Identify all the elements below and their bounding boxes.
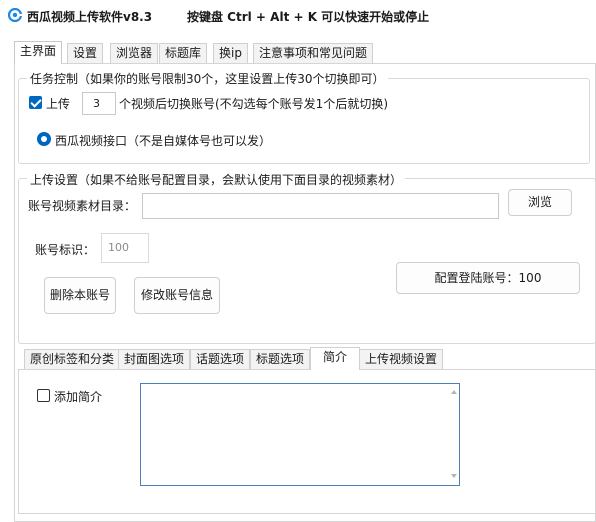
subtab-title-options[interactable]: 标题选项	[250, 349, 311, 369]
intro-textarea[interactable]	[140, 383, 460, 486]
subtab-intro[interactable]: 简介	[310, 347, 361, 370]
subtab-original-tags[interactable]: 原创标签和分类	[24, 349, 121, 369]
xigua-api-radio-label: 西瓜视频接口（不是自媒体号也可以发）	[55, 134, 272, 148]
scroll-down-icon[interactable]	[451, 474, 457, 478]
task-control-title: 任务控制（如果你的账号限制30个，这里设置上传30个切换即可）	[27, 70, 388, 87]
upload-settings-title: 上传设置（如果不给账号配置目录，会默认使用下面目录的视频素材）	[27, 171, 406, 188]
account-id-label: 账号标识：	[35, 243, 96, 257]
switch-count-input[interactable]: 3	[82, 92, 116, 115]
browse-button[interactable]: 浏览	[508, 189, 572, 216]
window-title: 西瓜视频上传软件v8.3	[27, 10, 153, 24]
subtab-upload-video-settings[interactable]: 上传视频设置	[359, 349, 444, 369]
upload-checkbox-label: 上传	[46, 97, 71, 111]
add-intro-checkbox[interactable]	[37, 389, 50, 402]
xigua-api-radio[interactable]	[37, 132, 51, 146]
subtab-cover-options[interactable]: 封面图选项	[118, 349, 191, 369]
edit-account-button[interactable]: 修改账号信息	[134, 277, 220, 314]
add-intro-label: 添加简介	[54, 390, 103, 404]
delete-account-button[interactable]: 删除本账号	[44, 277, 116, 314]
video-dir-label: 账号视频素材目录：	[28, 199, 137, 213]
hotkey-hint: 按键盘 Ctrl + Alt + K 可以快速开始或停止	[187, 10, 430, 24]
subtab-topic-options[interactable]: 话题选项	[190, 349, 251, 369]
switch-count-suffix: 个视频后切换账号(不勾选每个账号发1个后就切换)	[119, 97, 388, 111]
scroll-up-icon[interactable]	[451, 390, 457, 394]
title-bar: 西瓜视频上传软件v8.3 按键盘 Ctrl + Alt + K 可以快速开始或停…	[0, 0, 596, 34]
account-id-input[interactable]: 100	[101, 233, 149, 263]
tab-main[interactable]: 主界面	[14, 41, 63, 64]
video-dir-input[interactable]	[142, 193, 499, 219]
tab-settings[interactable]: 设置	[67, 43, 104, 63]
app-logo-icon	[8, 8, 22, 22]
tab-title-library[interactable]: 标题库	[159, 43, 208, 63]
configure-login-button[interactable]: 配置登陆账号：100	[396, 262, 580, 294]
task-control-group	[18, 78, 590, 164]
configure-login-value: 100	[518, 271, 542, 285]
tab-faq[interactable]: 注意事项和常见问题	[253, 43, 374, 63]
configure-login-label: 配置登陆账号：	[434, 271, 519, 285]
tab-change-ip[interactable]: 换ip	[213, 43, 248, 63]
upload-checkbox[interactable]	[29, 96, 42, 109]
tab-browser[interactable]: 浏览器	[110, 43, 159, 63]
